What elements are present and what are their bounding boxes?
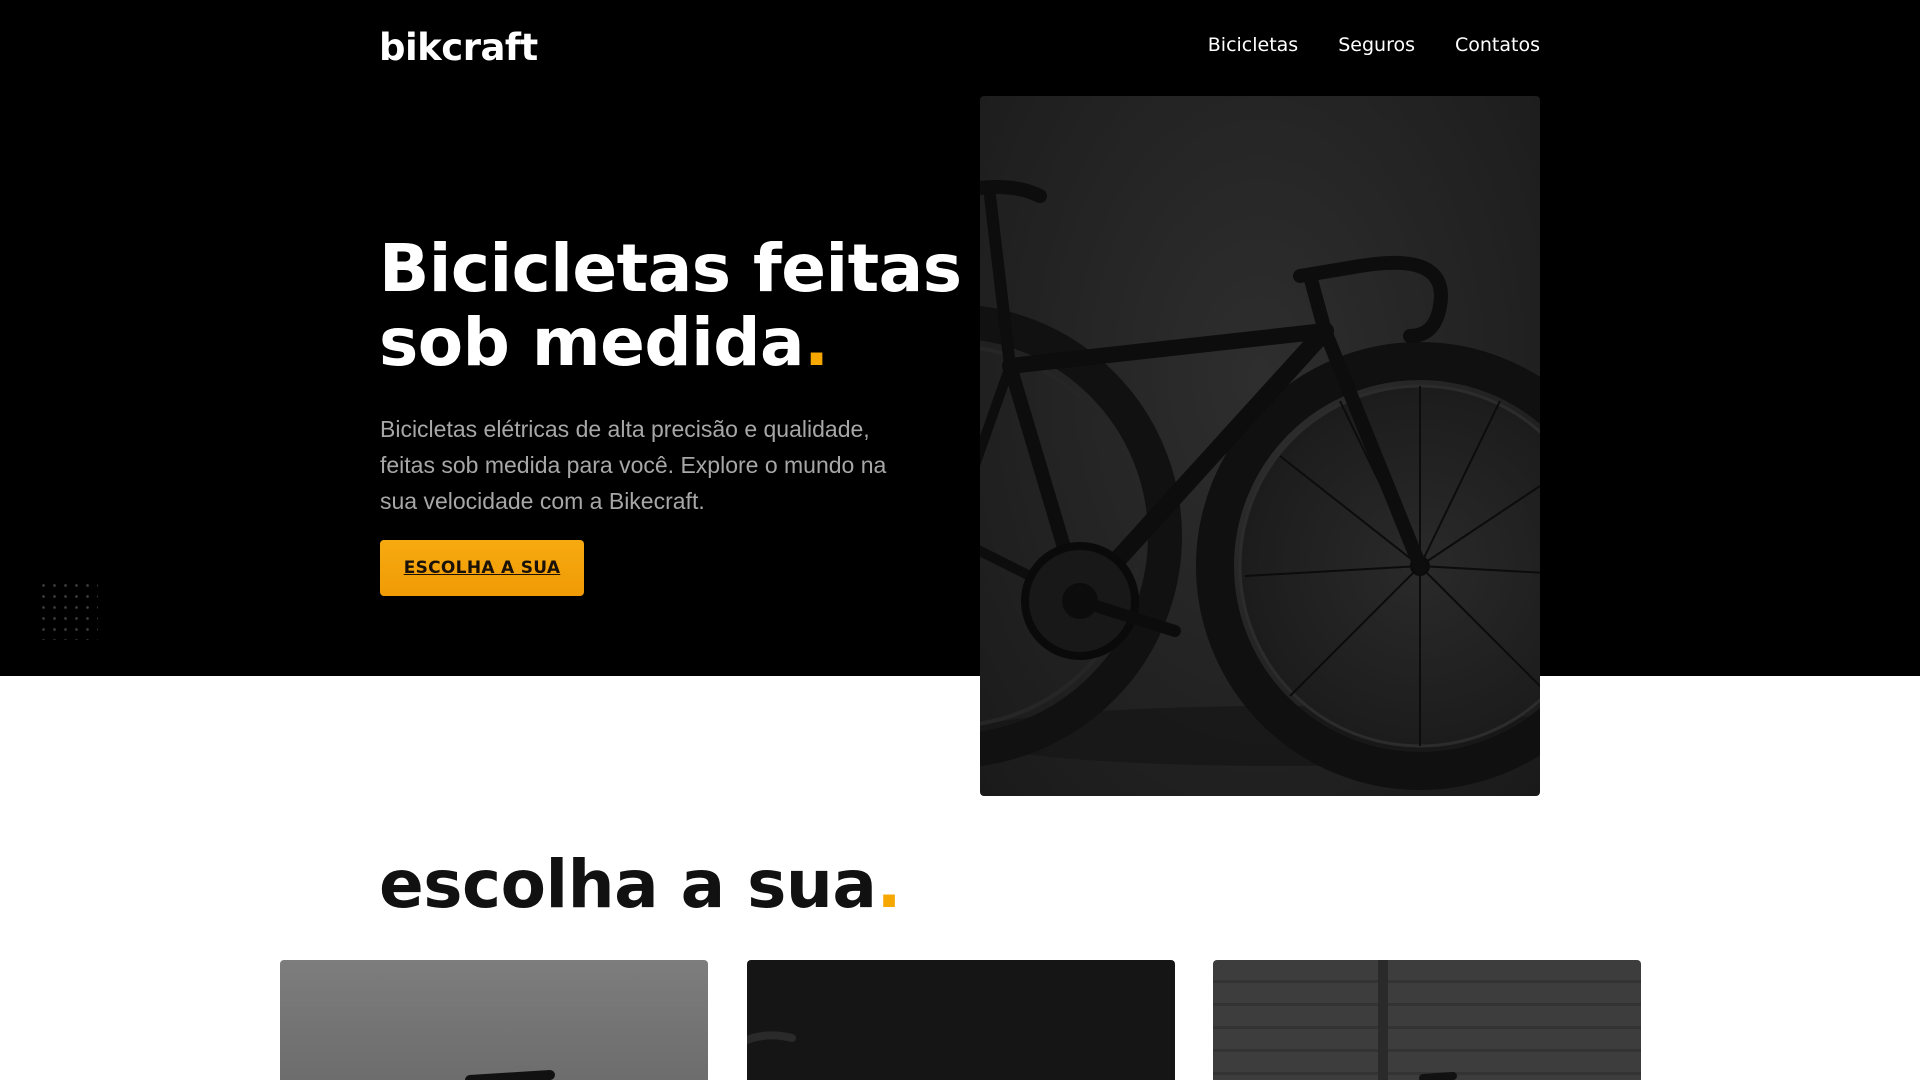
main-nav: Bicicletas Seguros Contatos (1208, 34, 1540, 56)
hero-title-line-1: Bicicletas feitas (379, 230, 962, 307)
nav-link-seguros[interactable]: Seguros (1338, 34, 1415, 56)
logo[interactable]: bikcraft (379, 26, 538, 69)
choose-yours-button[interactable]: ESCOLHA A SUA (380, 540, 584, 596)
section-title: escolha a sua. (379, 845, 902, 925)
product-card[interactable] (747, 960, 1175, 1080)
nav-link-contatos[interactable]: Contatos (1455, 34, 1540, 56)
hero-title-line-2: sob medida. (379, 306, 962, 380)
product-image (747, 1031, 796, 1044)
hero-description: Bicicletas elétricas de alta precisão e … (380, 416, 887, 514)
nav-link-bicicletas[interactable]: Bicicletas (1208, 34, 1298, 56)
product-card[interactable] (280, 960, 708, 1080)
product-image (1378, 960, 1457, 1080)
product-image (465, 1070, 555, 1080)
hero-bike-image (980, 96, 1540, 796)
section-accent-dot: . (876, 846, 902, 923)
hero-title-line-2-text: sob medida (379, 304, 805, 381)
section-title-text: escolha a sua (379, 846, 877, 923)
bike-illustration (980, 180, 1540, 790)
product-card[interactable] (1213, 960, 1641, 1080)
dot-pattern-decoration (38, 580, 98, 640)
accent-dot: . (804, 304, 829, 381)
hero-title: Bicicletas feitas sob medida. (379, 232, 962, 380)
